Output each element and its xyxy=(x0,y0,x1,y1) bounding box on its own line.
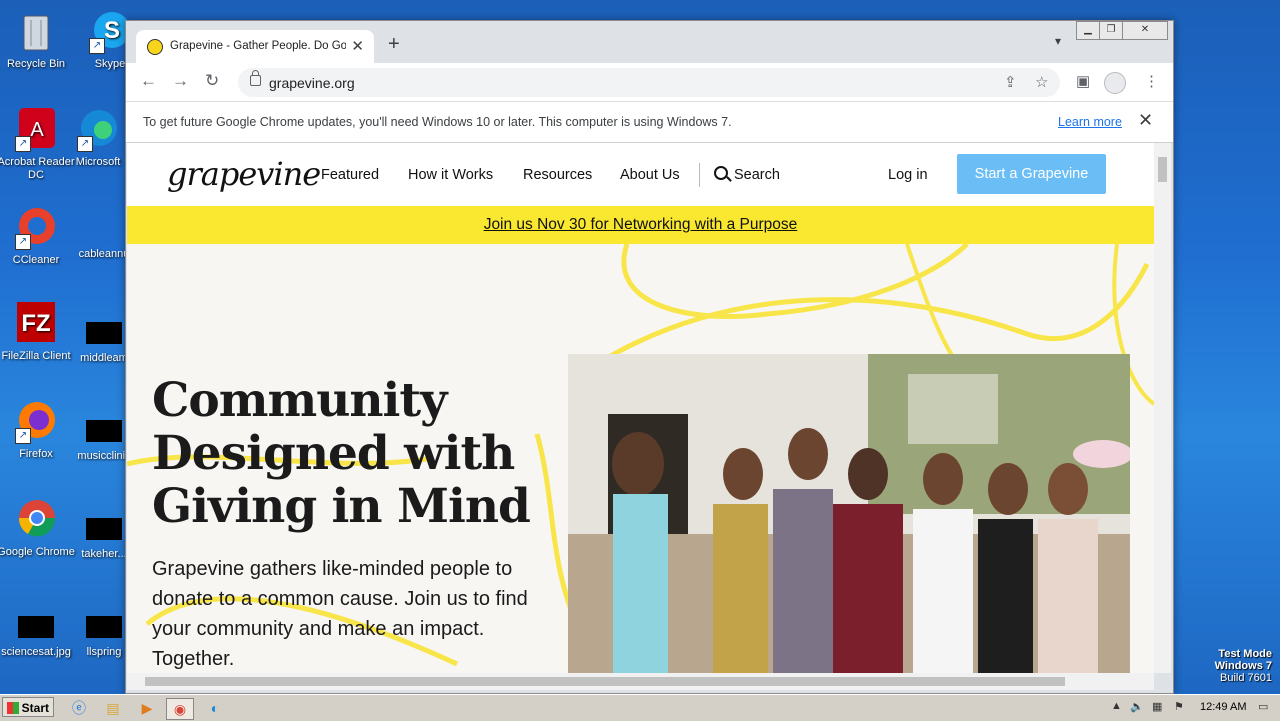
scrollbar-thumb[interactable] xyxy=(145,677,1065,686)
update-infobar: To get future Google Chrome updates, you… xyxy=(126,102,1173,143)
event-banner: Join us Nov 30 for Networking with a Pur… xyxy=(127,206,1154,244)
action-center-flag-icon[interactable]: ⚑ xyxy=(1174,700,1184,713)
volume-icon[interactable]: 🔈 xyxy=(1130,700,1144,713)
chrome-taskbar-icon[interactable]: ◉ xyxy=(166,698,194,720)
filezilla-icon: FZ xyxy=(13,300,59,346)
nav-how-it-works[interactable]: How it Works xyxy=(408,167,493,183)
new-tab-icon[interactable]: + xyxy=(388,33,400,56)
close-window-button[interactable]: ✕ xyxy=(1122,21,1168,40)
nav-about-us[interactable]: About Us xyxy=(620,167,680,183)
infobar-close-icon[interactable]: ✕ xyxy=(1138,110,1153,131)
url-text[interactable]: grapevine.org xyxy=(269,75,355,91)
file-thumbnail-icon xyxy=(18,616,54,638)
bookmark-star-icon[interactable]: ☆ xyxy=(1035,73,1048,91)
taskbar: Start ⓔ ▤ ▶ ◉ ◐ ▲ 🔈 ▦ ⚑ 12:49 AM ▭ xyxy=(0,694,1280,721)
watermark-line: Build 7601 xyxy=(1220,672,1272,684)
address-bar[interactable]: grapevine.org ⇪ ☆ xyxy=(238,68,1060,97)
edge-taskbar-icon[interactable]: ◐ xyxy=(202,698,228,718)
tab-close-icon[interactable]: ✕ xyxy=(351,37,364,55)
page-viewport: grapevine Featured How it Works Resource… xyxy=(127,143,1154,673)
learn-more-link[interactable]: Learn more xyxy=(1058,115,1122,129)
acrobat-icon: A ↗ xyxy=(13,106,59,152)
network-icon[interactable]: ▦ xyxy=(1152,700,1162,713)
hero-title: Community Designed with Giving in Mind xyxy=(152,373,531,534)
shortcut-arrow-icon: ↗ xyxy=(15,428,31,444)
nav-resources[interactable]: Resources xyxy=(523,167,592,183)
group-photo-illustration xyxy=(568,354,1130,673)
banner-link[interactable]: Join us Nov 30 for Networking with a Pur… xyxy=(484,216,798,233)
shortcut-arrow-icon: ↗ xyxy=(77,136,93,152)
reload-icon[interactable]: ↻ xyxy=(205,71,219,91)
forward-icon[interactable]: → xyxy=(172,71,189,91)
horizontal-scrollbar[interactable] xyxy=(127,673,1154,690)
hero-section: Community Designed with Giving in Mind G… xyxy=(127,244,1154,673)
file-thumbnail-icon xyxy=(86,322,122,344)
nav-search[interactable]: Search xyxy=(734,167,780,183)
svg-text:A: A xyxy=(30,119,44,141)
test-mode-watermark: Test Mode Windows 7 Build 7601 xyxy=(1215,648,1272,684)
vertical-scrollbar[interactable] xyxy=(1154,143,1171,673)
profile-avatar-icon[interactable] xyxy=(1104,72,1126,94)
scrollbar-thumb[interactable] xyxy=(1158,157,1167,182)
share-icon[interactable]: ⇪ xyxy=(1004,73,1017,91)
browser-tab[interactable]: Grapevine - Gather People. Do Good ✕ xyxy=(136,30,374,63)
edge-icon: ↗ xyxy=(75,106,121,152)
nav-featured[interactable]: Featured xyxy=(321,167,379,183)
shortcut-arrow-icon: ↗ xyxy=(15,136,31,152)
file-thumbnail-icon xyxy=(86,616,122,638)
show-hidden-icons-icon[interactable]: ▲ xyxy=(1111,700,1122,712)
show-desktop-button[interactable]: ▭ xyxy=(1258,700,1268,713)
watermark-line: Windows 7 xyxy=(1214,660,1272,672)
minimize-button[interactable]: ▁ xyxy=(1076,21,1100,40)
maximize-button[interactable]: ❐ xyxy=(1099,21,1123,40)
desktop-icon-label: Recycle Bin xyxy=(6,58,66,70)
shortcut-arrow-icon: ↗ xyxy=(15,234,31,250)
grapevine-logo[interactable]: grapevine xyxy=(167,155,321,193)
internet-explorer-icon[interactable]: ⓔ xyxy=(66,698,92,718)
watermark-line: Test Mode xyxy=(1218,648,1272,660)
browser-toolbar: ← → ↻ grapevine.org ⇪ ☆ ▣ ⋮ xyxy=(126,63,1173,102)
search-icon[interactable] xyxy=(714,166,728,180)
media-player-icon[interactable]: ▶ xyxy=(134,698,160,718)
firefox-icon: ↗ xyxy=(13,398,59,444)
lock-icon[interactable] xyxy=(250,70,261,86)
file-thumbnail-icon xyxy=(86,518,122,540)
taskbar-clock[interactable]: 12:49 AM xyxy=(1200,701,1246,713)
infobar-message: To get future Google Chrome updates, you… xyxy=(143,115,732,129)
tab-search-chevron-icon[interactable]: ▾ xyxy=(1055,34,1061,48)
recycle-bin-icon xyxy=(13,8,59,54)
start-grapevine-button[interactable]: Start a Grapevine xyxy=(957,154,1106,194)
tab-title: Grapevine - Gather People. Do Good xyxy=(170,40,346,52)
chrome-window: Grapevine - Gather People. Do Good ✕ + ▾… xyxy=(125,20,1174,694)
grapevine-favicon-icon xyxy=(147,39,163,55)
hero-description: Grapevine gathers like-minded people to … xyxy=(152,558,528,670)
site-header: grapevine Featured How it Works Resource… xyxy=(127,143,1154,206)
back-icon[interactable]: ← xyxy=(140,71,157,91)
file-thumbnail-icon xyxy=(86,216,122,238)
shortcut-arrow-icon: ↗ xyxy=(89,38,105,54)
hero-group-photo xyxy=(568,354,1130,673)
start-button[interactable]: Start xyxy=(2,697,54,717)
desktop-icon-recycle-bin[interactable]: Recycle Bin xyxy=(0,8,76,71)
chrome-icon xyxy=(13,496,59,542)
svg-text:FZ: FZ xyxy=(21,310,50,337)
menu-kebab-icon[interactable]: ⋮ xyxy=(1144,72,1159,90)
file-explorer-icon[interactable]: ▤ xyxy=(100,698,126,718)
file-thumbnail-icon xyxy=(86,420,122,442)
ccleaner-icon: ↗ xyxy=(13,204,59,250)
svg-text:S: S xyxy=(104,17,120,44)
side-panel-icon[interactable]: ▣ xyxy=(1076,72,1090,90)
nav-divider xyxy=(699,163,700,187)
login-link[interactable]: Log in xyxy=(888,167,928,183)
tab-strip: Grapevine - Gather People. Do Good ✕ + ▾… xyxy=(126,21,1173,63)
